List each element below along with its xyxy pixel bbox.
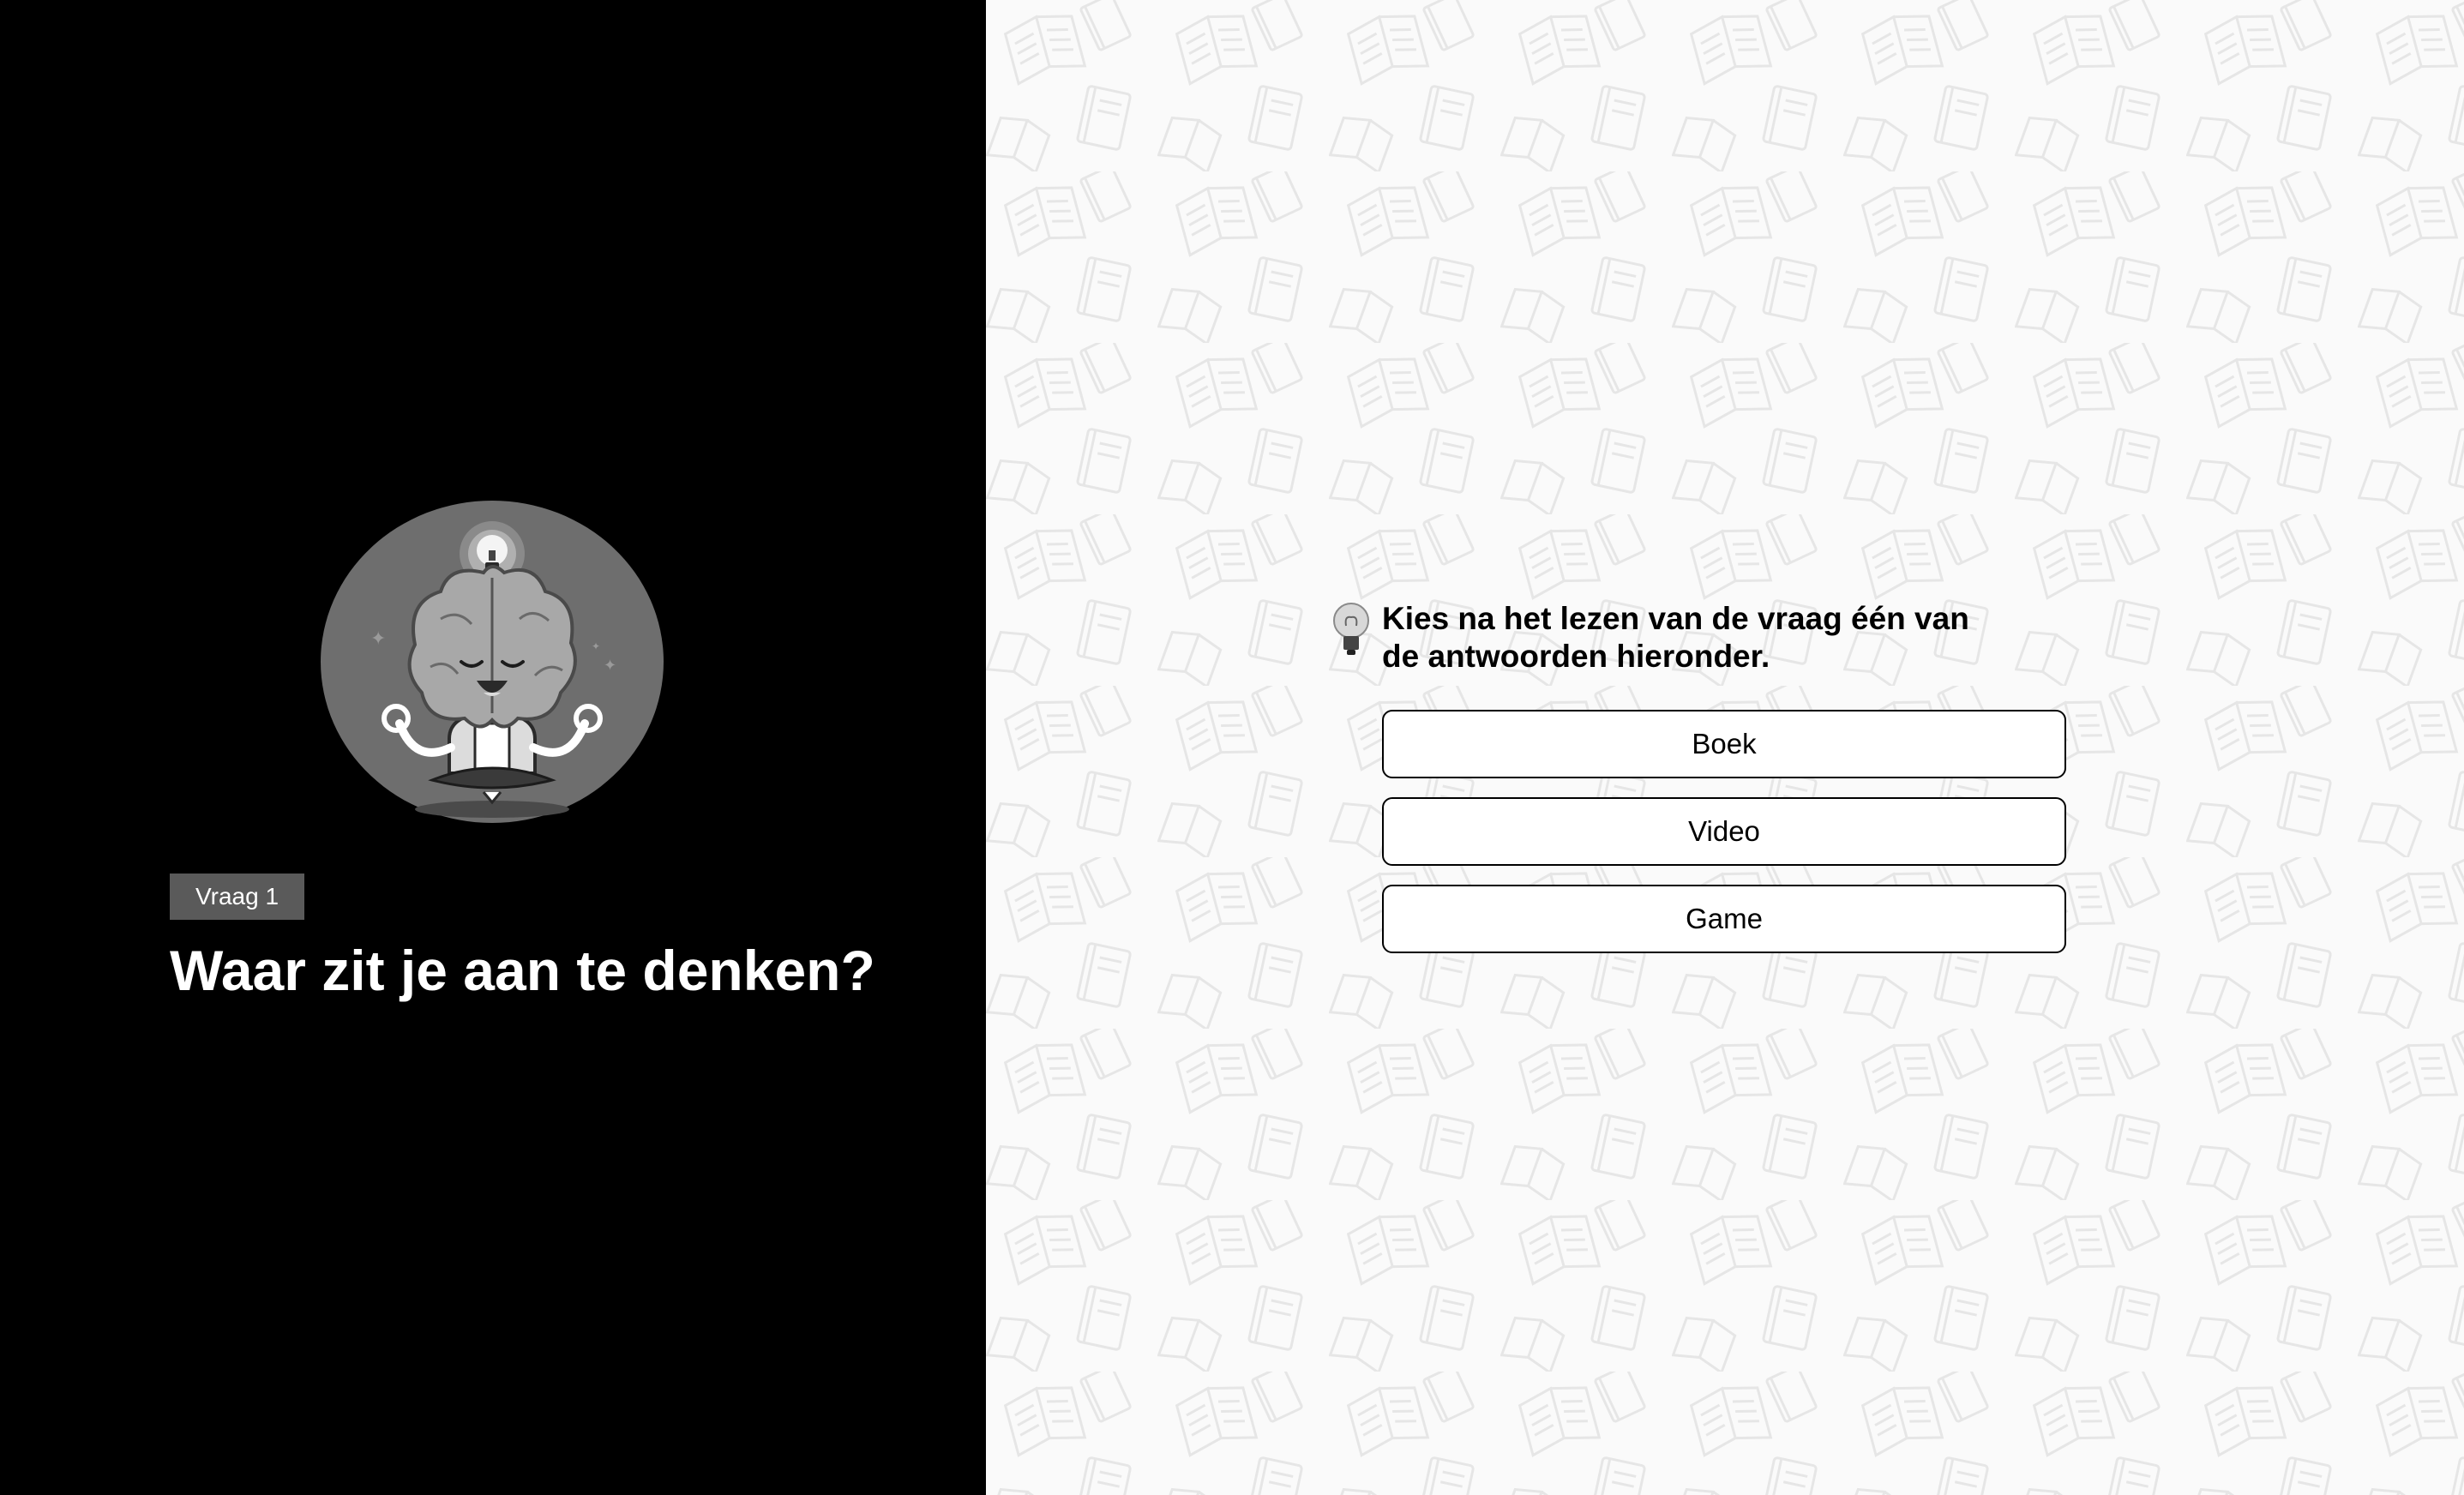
meditating-brain-illustration: ✦ ✦ ✦ [321,501,664,823]
quiz-page: ✦ ✦ ✦ Vraag 1 Waar zit je aan te denken?… [0,0,2464,1495]
svg-text:✦: ✦ [604,657,616,675]
question-number-badge: Vraag 1 [170,874,305,920]
answer-button-video[interactable]: Video [1382,797,2066,866]
answer-options: Boek Video Game [1382,710,2066,972]
lightbulb-icon [1333,603,1369,655]
answer-panel: Kies na het lezen van de vraag één van d… [986,0,2464,1495]
svg-text:✦: ✦ [592,640,600,652]
svg-text:✦: ✦ [370,628,386,650]
question-panel: ✦ ✦ ✦ Vraag 1 Waar zit je aan te denken? [0,0,986,1495]
instruction: Kies na het lezen van de vraag één van d… [1329,600,2015,675]
answer-button-boek[interactable]: Boek [1382,710,2066,778]
instruction-text: Kies na het lezen van de vraag één van d… [1382,601,1969,674]
answer-button-game[interactable]: Game [1382,885,2066,953]
question-title: Waar zit je aan te denken? [170,939,875,1002]
